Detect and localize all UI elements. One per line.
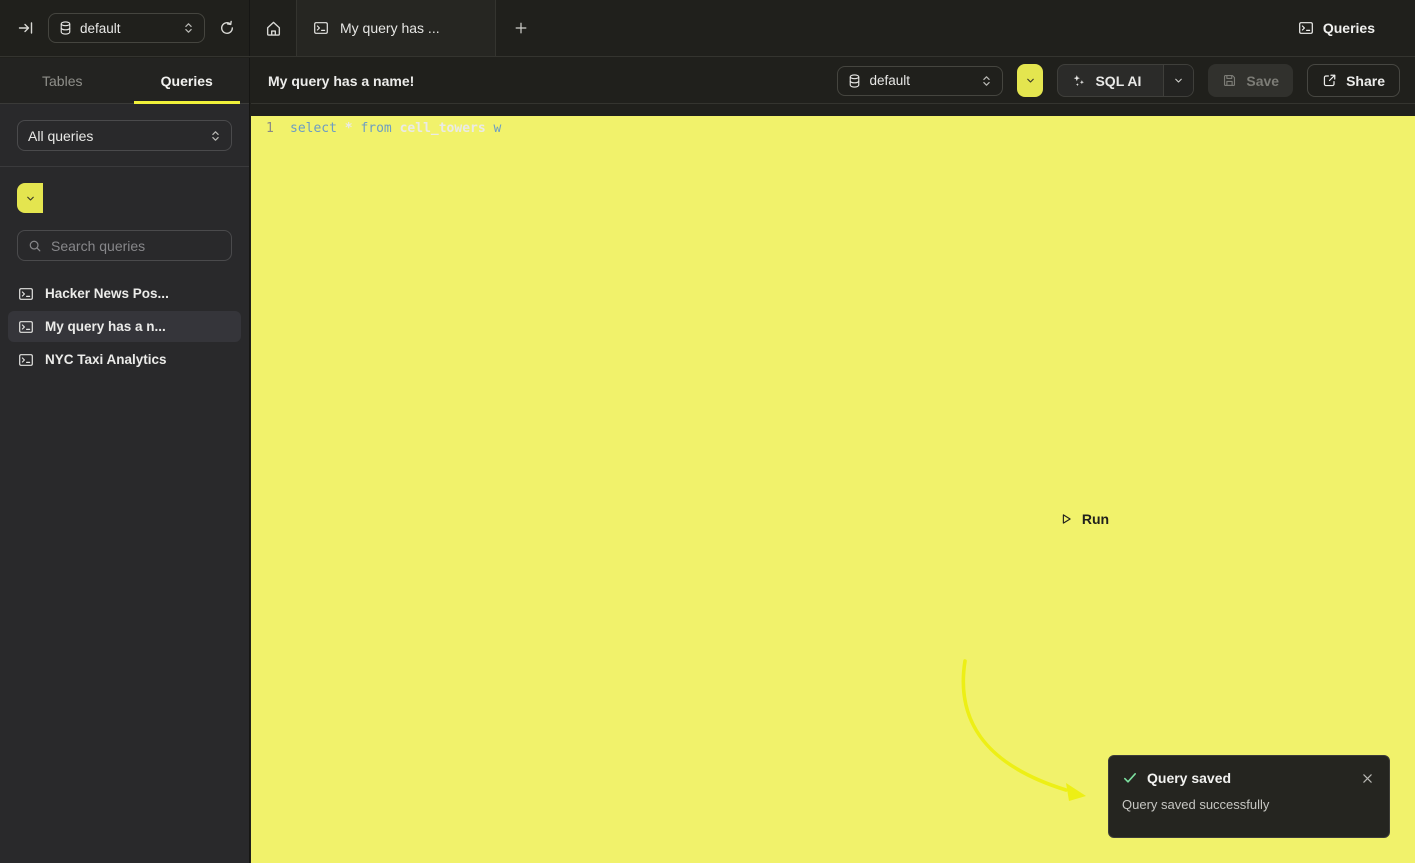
database-selector-value: default: [869, 73, 910, 88]
code-token: select: [290, 121, 337, 136]
sidebar-tabs: Tables Queries: [0, 58, 249, 104]
top-bar: default My query has ...: [0, 0, 1415, 57]
query-filter-value: All queries: [28, 128, 93, 144]
queries-indicator-label: Queries: [1323, 20, 1375, 36]
sidebar: Tables Queries All queries: [0, 58, 250, 863]
new-tab-plus-icon[interactable]: [496, 0, 546, 56]
tab-label: My query has ...: [340, 20, 440, 36]
sparkles-icon: [1071, 73, 1086, 88]
home-icon[interactable]: [250, 0, 296, 56]
code-token: [337, 121, 345, 136]
sidebar-body: All queries New query: [0, 104, 249, 863]
sql-ai-label: SQL AI: [1095, 73, 1141, 89]
query-item-label: My query has a n...: [45, 319, 166, 334]
save-label: Save: [1246, 73, 1279, 89]
tab-strip: My query has ...: [250, 0, 1298, 56]
code-token: [486, 121, 494, 136]
toast-query-saved: Query saved Query saved successfully: [1108, 755, 1390, 838]
chevron-updown-icon: [981, 74, 992, 88]
database-selector-value: default: [80, 21, 121, 36]
sidebar-query-item[interactable]: Hacker News Pos...: [8, 278, 241, 309]
query-list: Hacker News Pos... My query has a n... NYC…: [0, 278, 249, 375]
search-icon: [28, 239, 42, 253]
search-queries-box: [17, 230, 232, 261]
editor-header: My query has a name! default: [251, 58, 1415, 104]
share-icon: [1322, 73, 1337, 88]
sidebar-tab-tables[interactable]: Tables: [0, 58, 125, 103]
database-icon: [59, 21, 72, 35]
sidebar-query-item[interactable]: My query has a n...: [8, 311, 241, 342]
new-query-button[interactable]: New query: [17, 183, 232, 213]
refresh-icon[interactable]: [219, 20, 235, 36]
sql-ai-dropdown[interactable]: [1163, 65, 1193, 96]
toast-message: Query saved successfully: [1122, 797, 1375, 812]
query-filter-select[interactable]: All queries: [17, 120, 232, 151]
chevron-updown-icon: [183, 21, 194, 35]
sql-console-app: default My query has ...: [0, 0, 1415, 863]
code-token: cell_towers: [400, 121, 486, 136]
sidebar-divider: [0, 166, 249, 167]
database-icon: [848, 74, 861, 88]
save-button[interactable]: Save: [1208, 64, 1293, 97]
new-query-dropdown[interactable]: [17, 183, 43, 213]
query-item-label: NYC Taxi Analytics: [45, 352, 167, 367]
query-title: My query has a name!: [268, 73, 414, 89]
sidebar-tab-queries[interactable]: Queries: [125, 58, 250, 103]
run-button[interactable]: Run: [1017, 64, 1043, 97]
save-icon: [1222, 73, 1237, 88]
sql-ai-button[interactable]: SQL AI: [1057, 64, 1194, 97]
toast-title: Query saved: [1147, 770, 1231, 786]
line-number: 1: [251, 121, 290, 136]
terminal-icon: [18, 319, 34, 335]
close-icon[interactable]: [1360, 771, 1375, 786]
search-queries-input[interactable]: [51, 238, 232, 254]
check-icon: [1122, 770, 1138, 786]
terminal-icon: [313, 20, 329, 36]
collapse-sidebar-icon[interactable]: [18, 20, 34, 36]
sidebar-query-item[interactable]: NYC Taxi Analytics: [8, 344, 241, 375]
share-label: Share: [1346, 73, 1385, 89]
terminal-icon: [1298, 20, 1314, 36]
code-token: *: [345, 121, 353, 136]
query-item-label: Hacker News Pos...: [45, 286, 169, 301]
editor-toolbar: default Run: [837, 64, 1400, 97]
top-bar-left: default: [0, 0, 250, 56]
code-token: [392, 121, 400, 136]
terminal-icon: [18, 286, 34, 302]
tab-my-query[interactable]: My query has ...: [296, 0, 496, 56]
run-dropdown[interactable]: [1017, 64, 1043, 97]
share-button[interactable]: Share: [1307, 64, 1400, 97]
chevron-updown-icon: [210, 129, 221, 143]
database-selector[interactable]: default: [48, 13, 205, 43]
terminal-icon: [18, 352, 34, 368]
main-panel: My query has a name! default: [251, 58, 1415, 863]
database-selector[interactable]: default: [837, 66, 1003, 96]
queries-indicator[interactable]: Queries: [1298, 0, 1415, 56]
code-token: from: [360, 121, 391, 136]
